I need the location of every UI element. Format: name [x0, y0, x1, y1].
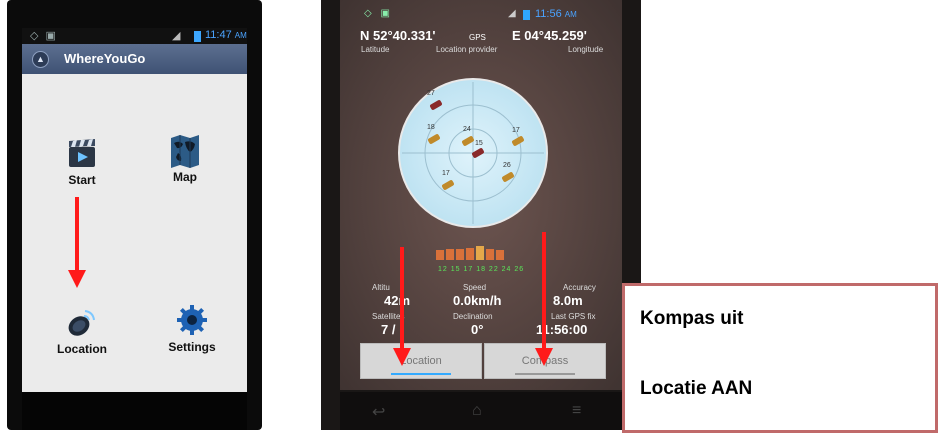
snr-satellite-numbers: 12 15 17 18 22 24 26	[438, 266, 525, 273]
altitude-label: Altitu	[372, 283, 390, 292]
callout-line-1: Kompas uit	[640, 308, 744, 329]
annotation-arrow-shaft	[542, 232, 546, 350]
snr-bar	[466, 248, 474, 260]
world-map-icon	[169, 134, 201, 168]
longitude-label: Longitude	[568, 45, 604, 54]
map-label: Map	[173, 170, 197, 184]
settings-label: Settings	[168, 340, 216, 354]
satellite-dish-icon	[66, 306, 98, 338]
settings-button[interactable]: Settings	[147, 304, 237, 354]
snr-bar	[476, 246, 484, 260]
menu-icon[interactable]: ≡	[572, 402, 581, 420]
snr-bar	[486, 249, 494, 260]
notification-icons: ◇ ▣	[30, 30, 58, 42]
accuracy-label: Accuracy	[563, 283, 596, 292]
signal-icon: ◢	[508, 8, 516, 19]
satellite-label: 27	[427, 90, 435, 97]
snr-bar	[496, 250, 504, 260]
snr-bar	[446, 249, 454, 260]
app-icon[interactable]: ▲	[32, 51, 49, 68]
speed-label: Speed	[463, 283, 487, 292]
satellite-label: 18	[427, 124, 435, 131]
location-tab-indicator	[391, 373, 451, 375]
start-button[interactable]: Start	[37, 137, 127, 187]
status-bar: ◇ ▣ ◢ 11:47 AM	[22, 28, 247, 44]
satellite-label: 17	[512, 127, 520, 134]
main-menu: Start Map Location Settings	[22, 74, 247, 392]
status-time: 11:56 AM	[535, 8, 577, 20]
gear-icon	[176, 304, 208, 336]
declination-label: Declination	[453, 312, 493, 321]
annotation-arrow-head	[393, 348, 411, 366]
android-nav-bar: ↩ ⌂ ≡	[340, 392, 622, 430]
satellite-label: 26	[503, 162, 511, 169]
map-button[interactable]: Map	[140, 134, 230, 184]
declination-value: 0°	[471, 322, 484, 337]
satellite-label: 17	[442, 170, 450, 177]
annotation-arrow-shaft	[75, 197, 79, 272]
battery-icon	[523, 10, 530, 20]
provider-label: Location provider	[436, 45, 498, 54]
speed-value: 0.0km/h	[453, 293, 502, 308]
snr-bar	[456, 249, 464, 260]
annotation-arrow-head	[68, 270, 86, 288]
altitude-value: 42m	[384, 293, 411, 308]
status-time: 11:47 AM	[205, 29, 247, 41]
provider-value: GPS	[469, 33, 486, 42]
longitude-value: E 04°45.259'	[512, 28, 587, 43]
satellite-skyview: 27 18 24 15 17 26 17	[398, 78, 548, 228]
app-title: WhereYouGo	[64, 51, 146, 66]
phone-bezel-bottom	[22, 392, 247, 430]
location-tab-button[interactable]: Location	[360, 343, 482, 379]
annotation-arrow-head	[535, 348, 553, 366]
start-label: Start	[68, 173, 96, 187]
signal-icon: ◢	[172, 30, 181, 42]
battery-icon	[194, 31, 201, 42]
satellite-label: 24	[463, 126, 471, 133]
home-icon[interactable]: ⌂	[472, 402, 482, 420]
compass-tab-indicator	[515, 373, 575, 375]
annotation-callout: Kompas uit Locatie AAN	[622, 283, 938, 433]
notification-icons: ◇ ▣	[364, 8, 393, 19]
back-icon[interactable]: ↩	[372, 402, 385, 422]
annotation-arrow-shaft	[400, 247, 404, 350]
accuracy-value: 8.0m	[553, 293, 583, 308]
clapperboard-icon	[66, 137, 98, 169]
latitude-value: N 52°40.331'	[360, 28, 436, 43]
latitude-label: Latitude	[361, 45, 390, 54]
last-fix-label: Last GPS fix	[551, 312, 596, 321]
action-bar: ▲ WhereYouGo	[22, 44, 247, 74]
location-label: Location	[57, 342, 107, 356]
satellites-value: 7 /	[381, 322, 396, 337]
callout-line-2: Locatie AAN	[640, 378, 753, 399]
snr-bar	[436, 250, 444, 260]
location-button[interactable]: Location	[37, 306, 127, 356]
satellite-label: 15	[475, 140, 483, 147]
status-bar: ◇ ▣ ◢ 11:56 AM	[340, 8, 622, 22]
